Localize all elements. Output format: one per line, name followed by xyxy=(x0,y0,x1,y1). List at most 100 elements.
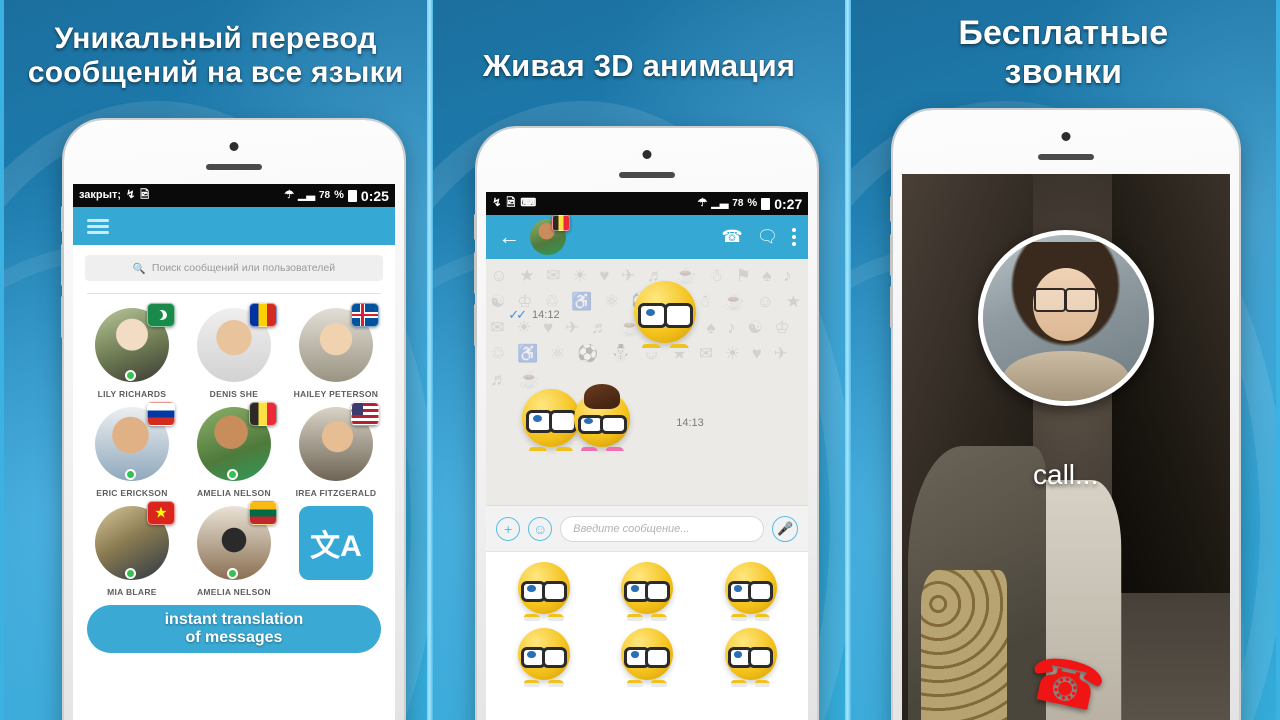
sticker-message-2b xyxy=(574,384,631,455)
chat-message-area: ☺ ★ ✉ ☀ ♥ ✈ ♬ ☕ ☃ ⚑ ♠ ♪ ☯ ♔ ♲ ♿ ⚛ ⚽ ⛄ ☃ … xyxy=(486,259,809,505)
plus-icon[interactable]: + xyxy=(496,516,521,541)
online-indicator xyxy=(124,469,136,480)
cta-line1: instant translation xyxy=(164,610,304,628)
read-receipt-icon: ✓✓ xyxy=(508,307,527,322)
signal-icon: ▁▃ xyxy=(298,189,315,201)
contact-cell[interactable]: AMELIA NELSON xyxy=(183,401,285,498)
sticker-option[interactable] xyxy=(517,628,570,688)
right-edge-strip xyxy=(1276,0,1280,720)
sticker-picker-panel xyxy=(486,551,809,690)
earpiece-speaker xyxy=(1037,154,1094,160)
earpiece-speaker xyxy=(619,172,676,178)
contact-cell[interactable]: DENIS SHE xyxy=(183,302,285,399)
sticker-icon[interactable]: ☺ xyxy=(528,516,553,541)
phone2-screen: ↯ 🖻 ⌨ ☂ ▁▃ 78 % 0:27 ← ☎ 🗨 ☺ ★ ✉ ☀ ♥ ✈ ♬… xyxy=(486,192,809,720)
panel1-headline: Уникальный перевод сообщений на все язык… xyxy=(4,22,427,90)
panel2-headline: Живая 3D анимация xyxy=(433,48,845,83)
keyboard-icon: ⌨ xyxy=(520,197,537,209)
contact-cell[interactable]: ERIC ERICKSON xyxy=(81,401,183,498)
sticker-option[interactable] xyxy=(517,562,570,622)
overflow-menu-icon[interactable] xyxy=(792,228,797,246)
app-store-screenshot-strip: Уникальный перевод сообщений на все язык… xyxy=(0,0,1280,720)
battery-icon xyxy=(347,189,357,202)
front-camera-icon xyxy=(642,150,652,159)
instant-translation-cta[interactable]: instant translation of messages xyxy=(86,605,381,653)
chat-app-bar: ← ☎ 🗨 xyxy=(486,215,809,259)
sticker-option[interactable] xyxy=(724,562,777,622)
contact-cell[interactable]: LILY RICHARDS xyxy=(81,302,183,399)
search-placeholder: Поиск сообщений или пользователей xyxy=(151,262,336,274)
percent-sign: % xyxy=(747,197,758,209)
contact-cell[interactable]: HAILEY PETERSON xyxy=(285,302,387,399)
front-camera-icon xyxy=(1061,132,1071,141)
panel2-headline-line1: Живая 3D анимация xyxy=(482,48,796,83)
chat-input-bar: + ☺ Введите сообщение... 🎤 xyxy=(486,505,809,551)
flag-icon xyxy=(248,402,277,426)
image-icon: 🖻 xyxy=(140,189,150,201)
message-time: 14:13 xyxy=(676,417,704,429)
search-area: 🔍 Поиск сообщений или пользователей xyxy=(72,245,395,289)
panel-animation: Живая 3D анимация ↯ 🖻 ⌨ ☂ ▁▃ 78 % 0:27 ←… xyxy=(433,0,845,720)
flag-icon xyxy=(552,215,571,231)
phone-icon[interactable]: ☎ xyxy=(721,227,742,247)
panel1-headline-line2: сообщений на все языки xyxy=(27,56,404,90)
sticker-option[interactable] xyxy=(724,628,777,688)
contact-name: AMELIA NELSON xyxy=(196,587,271,597)
sticker-option[interactable] xyxy=(621,628,674,688)
online-indicator xyxy=(226,469,238,480)
battery-icon xyxy=(761,197,771,210)
message-input-placeholder: Введите сообщение... xyxy=(573,522,690,535)
contact-cell[interactable]: AMELIA NELSON xyxy=(183,500,285,597)
contact-name: DENIS SHE xyxy=(209,389,259,399)
message-meta-2: 14:13 xyxy=(676,417,704,429)
contact-name: AMELIA NELSON xyxy=(196,488,271,498)
translate-icon: 文A xyxy=(298,506,373,580)
sticker-message-1 xyxy=(634,281,697,352)
sticker-option[interactable] xyxy=(621,562,674,622)
hamburger-menu-icon[interactable] xyxy=(86,216,109,237)
flag-icon: ★ xyxy=(146,501,175,525)
contact-name: LILY RICHARDS xyxy=(97,389,167,399)
status-clock: 0:25 xyxy=(360,187,389,204)
phone-hangup-icon[interactable]: ☎ xyxy=(1021,643,1111,720)
battery-percent: 78 xyxy=(732,198,744,209)
phone-mockup-2: ↯ 🖻 ⌨ ☂ ▁▃ 78 % 0:27 ← ☎ 🗨 ☺ ★ ✉ ☀ ♥ ✈ ♬… xyxy=(474,128,818,720)
contact-cell[interactable]: IREA FITZGERALD xyxy=(285,401,387,498)
flag-icon xyxy=(146,303,175,327)
flag-icon xyxy=(248,303,277,327)
message-input[interactable]: Введите сообщение... xyxy=(560,515,765,542)
cta-line2: of messages xyxy=(185,629,283,646)
panel-free-calls: Бесплатные звонки call... ☎ xyxy=(850,0,1277,720)
back-arrow-icon[interactable]: ← xyxy=(498,226,520,248)
translate-chat-icon[interactable]: 🗨 xyxy=(757,227,779,247)
earpiece-speaker xyxy=(205,164,262,170)
status-clock: 0:27 xyxy=(774,195,803,212)
search-input[interactable]: 🔍 Поиск сообщений или пользователей xyxy=(84,255,383,281)
usb-icon: ↯ xyxy=(126,189,136,201)
contact-name: HAILEY PETERSON xyxy=(293,389,379,399)
usb-icon: ↯ xyxy=(492,197,502,209)
sticker-message-2a xyxy=(522,389,581,456)
mic-icon[interactable]: 🎤 xyxy=(772,515,799,542)
message-time: 14:12 xyxy=(532,309,560,321)
flag-icon xyxy=(146,402,175,426)
contact-name: IREA FITZGERALD xyxy=(295,488,377,498)
contact-name: ERIC ERICKSON xyxy=(96,488,168,498)
caller-avatar xyxy=(977,230,1154,406)
chat-contact-avatar[interactable] xyxy=(530,215,571,255)
translate-button[interactable]: 文A xyxy=(285,500,387,597)
translate-glyph: 文A xyxy=(310,530,362,563)
search-icon: 🔍 xyxy=(132,262,146,275)
phone-mockup-1: закрыт; ↯ 🖻 ☂ ▁▃ 78 % 0:25 🔍 Поиск сообщ… xyxy=(60,120,404,720)
online-indicator xyxy=(226,568,238,579)
flag-icon xyxy=(350,303,379,327)
image-icon: 🖻 xyxy=(506,197,516,209)
panel-translation: Уникальный перевод сообщений на все язык… xyxy=(3,0,428,720)
contact-cell[interactable]: ★ MIA BLARE xyxy=(81,500,183,597)
signal-icon: ▁▃ xyxy=(711,197,729,209)
front-camera-icon xyxy=(229,142,239,151)
android-status-bar-1: закрыт; ↯ 🖻 ☂ ▁▃ 78 % 0:25 xyxy=(72,184,395,207)
background-pattern xyxy=(921,570,1007,720)
panel3-headline-line1: Бесплатные xyxy=(958,14,1169,52)
online-indicator xyxy=(124,568,136,579)
